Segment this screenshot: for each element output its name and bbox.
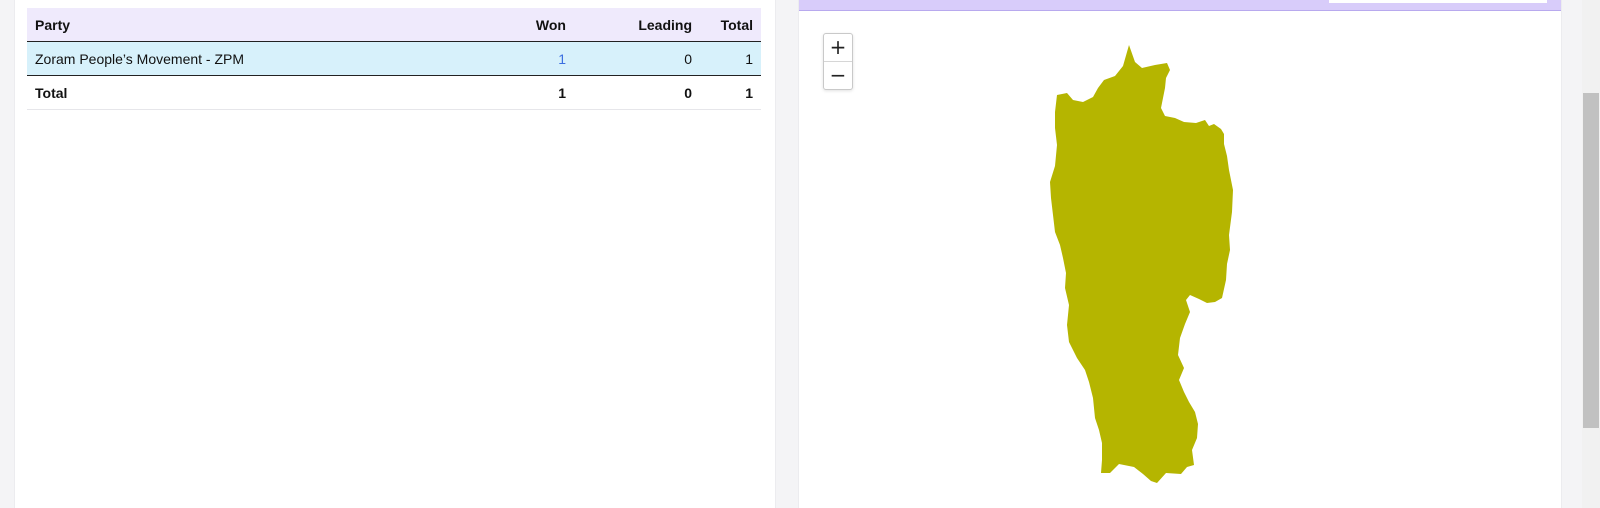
totals-leading: 0 bbox=[574, 75, 700, 110]
header-won: Won bbox=[463, 8, 574, 42]
minus-icon: − bbox=[829, 63, 847, 87]
map-header-dropdown[interactable] bbox=[1329, 0, 1547, 3]
map-header-band bbox=[799, 0, 1561, 11]
party-results-table: Party Won Leading Total Zoram People’s M… bbox=[27, 8, 761, 110]
header-total: Total bbox=[700, 8, 761, 42]
won-count-link[interactable]: 1 bbox=[463, 41, 574, 76]
party-name-cell: Zoram People’s Movement - ZPM bbox=[27, 41, 463, 76]
header-leading: Leading bbox=[574, 8, 700, 42]
total-count-cell: 1 bbox=[700, 41, 761, 76]
totals-total: 1 bbox=[700, 75, 761, 110]
zoom-control: + − bbox=[823, 33, 853, 90]
totals-row: Total 1 0 1 bbox=[27, 75, 761, 110]
header-party: Party bbox=[27, 8, 463, 42]
leading-count-cell: 0 bbox=[574, 41, 700, 76]
page-scrollbar-thumb[interactable] bbox=[1583, 93, 1599, 428]
table-header-row: Party Won Leading Total bbox=[27, 8, 761, 42]
zoom-in-button[interactable]: + bbox=[824, 34, 852, 62]
zoom-out-button[interactable]: − bbox=[824, 62, 852, 89]
totals-won: 1 bbox=[463, 75, 574, 110]
results-panel: Party Won Leading Total Zoram People’s M… bbox=[14, 0, 776, 508]
plus-icon: + bbox=[829, 35, 847, 59]
table-row[interactable]: Zoram People’s Movement - ZPM 1 0 1 bbox=[27, 41, 761, 76]
map-region-shape[interactable] bbox=[1050, 45, 1233, 483]
totals-label: Total bbox=[27, 75, 463, 110]
constituency-map[interactable] bbox=[1049, 40, 1259, 490]
map-panel: + − bbox=[798, 0, 1562, 508]
